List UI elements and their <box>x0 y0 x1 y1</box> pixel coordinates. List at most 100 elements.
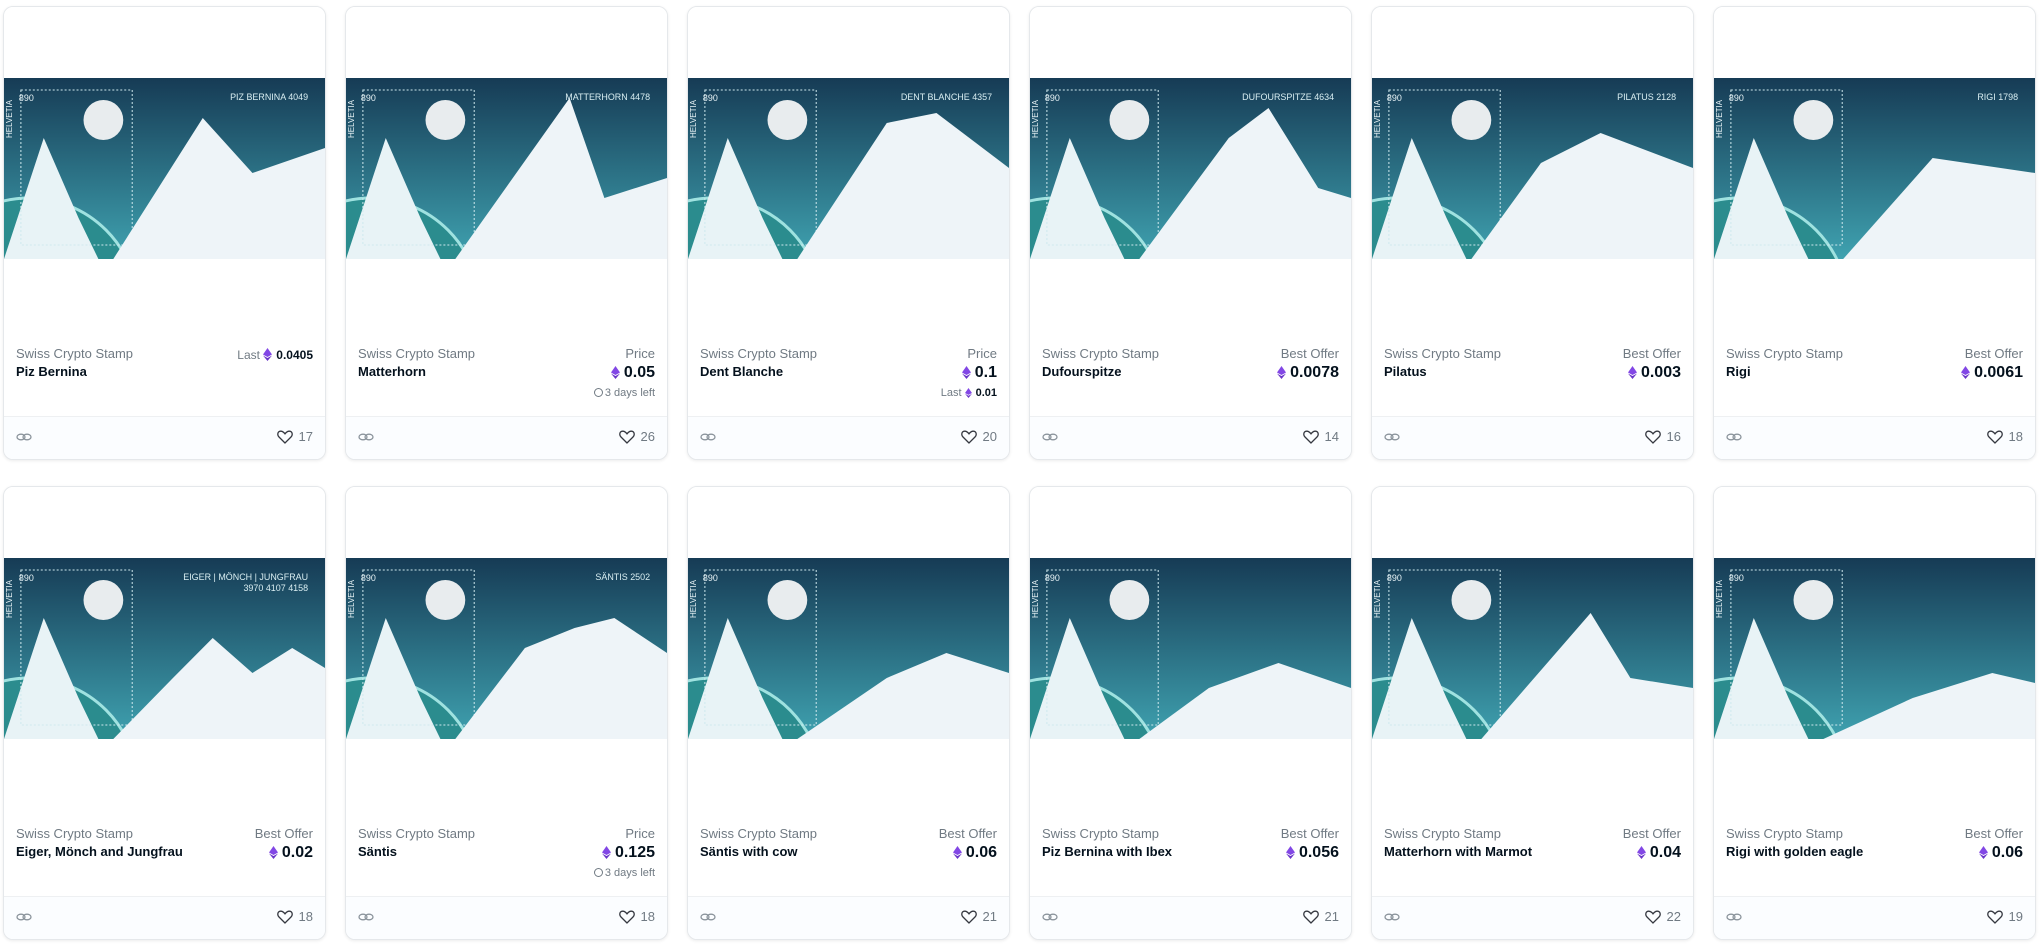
like-count: 17 <box>298 429 313 444</box>
link-icon[interactable] <box>1384 910 1400 924</box>
collection-name[interactable]: Swiss Crypto Stamp <box>1042 346 1159 361</box>
stamp-country: HELVETIA <box>1715 99 1724 138</box>
stamp-country: HELVETIA <box>5 579 14 618</box>
peak-text: DENT BLANCHE 4357 <box>901 92 992 102</box>
link-icon[interactable] <box>358 430 374 444</box>
like-button[interactable]: 17 <box>276 429 313 444</box>
stamp-value: 890 <box>1387 93 1402 103</box>
nft-name[interactable]: Rigi with golden eagle <box>1726 844 1863 859</box>
like-button[interactable]: 20 <box>960 429 997 444</box>
time-left-text: 3 days left <box>604 867 655 879</box>
price-label: Best Offer <box>1622 346 1681 361</box>
link-icon[interactable] <box>358 910 374 924</box>
price-value: 0.0405 <box>276 348 313 362</box>
last-price: Last 0.0405 <box>237 348 313 362</box>
nft-card[interactable]: 890 HELVETIA PIZ BERNINA 4049 Swiss Crypto … <box>3 6 326 460</box>
eth-icon <box>268 846 278 859</box>
link-icon[interactable] <box>1384 430 1400 444</box>
link-icon[interactable] <box>700 430 716 444</box>
nft-media: 890 HELVETIA PIZ BERNINA 4049 <box>4 7 325 322</box>
price-label: Price <box>967 346 997 361</box>
price-block: Best Offer 0.04 <box>1623 826 1681 862</box>
card-footer: 18 <box>1714 416 2035 459</box>
nft-card[interactable]: 890 HELVETIA Swiss Crypto Stamp Säntis with… <box>687 486 1010 940</box>
nft-card[interactable]: 890 HELVETIA RIGI 1798 Swiss Crypto Stamp Ri… <box>1713 6 2036 460</box>
clock-icon <box>593 388 603 397</box>
like-button[interactable]: 16 <box>1644 429 1681 444</box>
nft-name[interactable]: Säntis <box>358 844 397 859</box>
nft-card[interactable]: 890 HELVETIA PILATUS 2128 Swiss Crypto Stam… <box>1371 6 1694 460</box>
collection-name[interactable]: Swiss Crypto Stamp <box>358 826 475 841</box>
nft-name[interactable]: Rigi <box>1726 364 1751 379</box>
nft-card[interactable]: 890 HELVETIA MATTERHORN 4478 Swiss Crypto S… <box>345 6 668 460</box>
nft-media: 890 HELVETIA PILATUS 2128 <box>1372 7 1693 322</box>
like-button[interactable]: 14 <box>1302 429 1339 444</box>
like-button[interactable]: 26 <box>618 429 655 444</box>
stamp-image: 890 HELVETIA MATTERHORN 4478 <box>346 78 667 259</box>
price-block: Price 0.125 3 days left <box>593 826 655 879</box>
link-icon[interactable] <box>1042 910 1058 924</box>
collection-name[interactable]: Swiss Crypto Stamp <box>16 346 133 361</box>
stamp-image: 890 HELVETIA DUFOURSPITZE 4634 <box>1030 78 1351 259</box>
like-button[interactable]: 19 <box>1986 909 2023 924</box>
link-icon[interactable] <box>16 910 32 924</box>
stamp-country: HELVETIA <box>1031 99 1040 138</box>
nft-card[interactable]: 890 HELVETIA SÄNTIS 2502 Swiss Crypto Stamp… <box>345 486 668 940</box>
nft-media: 890 HELVETIA EIGER | MÖNCH | JUNGFRAU 3970 … <box>4 487 325 802</box>
nft-name[interactable]: Matterhorn <box>358 364 426 379</box>
price-block: Price 0.1 Last 0.01 <box>941 346 997 399</box>
eth-icon <box>1277 366 1287 379</box>
collection-name[interactable]: Swiss Crypto Stamp <box>1042 826 1159 841</box>
price-block: Best Offer 0.056 <box>1281 826 1339 862</box>
card-footer: 17 <box>4 416 325 459</box>
nft-card[interactable]: 890 HELVETIA Swiss Crypto Stamp Matterhorn … <box>1371 486 1694 940</box>
nft-media: 890 HELVETIA <box>1030 487 1351 802</box>
like-count: 26 <box>640 429 655 444</box>
heart-icon <box>618 910 635 924</box>
like-count: 21 <box>1324 909 1339 924</box>
collection-name[interactable]: Swiss Crypto Stamp <box>1384 346 1501 361</box>
peak-text: PIZ BERNINA 4049 <box>230 92 308 102</box>
price-label: Price <box>625 826 655 841</box>
link-icon[interactable] <box>700 910 716 924</box>
like-count: 14 <box>1324 429 1339 444</box>
collection-name[interactable]: Swiss Crypto Stamp <box>1726 826 1843 841</box>
link-icon[interactable] <box>1042 430 1058 444</box>
like-button[interactable]: 21 <box>960 909 997 924</box>
nft-card[interactable]: 890 HELVETIA DUFOURSPITZE 4634 Swiss Crypto… <box>1029 6 1352 460</box>
stamp-country: HELVETIA <box>5 99 14 138</box>
nft-card[interactable]: 890 HELVETIA Swiss Crypto Stamp Piz Bernina… <box>1029 486 1352 940</box>
nft-name[interactable]: Dufourspitze <box>1042 364 1121 379</box>
nft-name[interactable]: Säntis with cow <box>700 844 798 859</box>
last-sale: Last 0.01 <box>941 387 997 399</box>
nft-name[interactable]: Pilatus <box>1384 364 1427 379</box>
nft-name[interactable]: Piz Bernina <box>16 364 87 379</box>
nft-card[interactable]: 890 HELVETIA DENT BLANCHE 4357 Swiss Crypto… <box>687 6 1010 460</box>
moon <box>83 580 124 620</box>
collection-name[interactable]: Swiss Crypto Stamp <box>1384 826 1501 841</box>
like-button[interactable]: 18 <box>1986 429 2023 444</box>
nft-name[interactable]: Matterhorn with Marmot <box>1384 844 1532 859</box>
collection-name[interactable]: Swiss Crypto Stamp <box>700 346 817 361</box>
price-row: 0.125 <box>594 844 655 862</box>
collection-name[interactable]: Swiss Crypto Stamp <box>1726 346 1843 361</box>
nft-card[interactable]: 890 HELVETIA Swiss Crypto Stamp Rigi with g… <box>1713 486 2036 940</box>
like-button[interactable]: 22 <box>1644 909 1681 924</box>
collection-name[interactable]: Swiss Crypto Stamp <box>16 826 133 841</box>
nft-name[interactable]: Piz Bernina with Ibex <box>1042 844 1172 859</box>
link-icon[interactable] <box>1726 430 1742 444</box>
peak-text: EIGER | MÖNCH | JUNGFRAU <box>183 572 308 582</box>
nft-name[interactable]: Eiger, Mönch and Jungfrau <box>16 844 183 859</box>
collection-name[interactable]: Swiss Crypto Stamp <box>700 826 817 841</box>
collection-name[interactable]: Swiss Crypto Stamp <box>358 346 475 361</box>
nft-name[interactable]: Dent Blanche <box>700 364 783 379</box>
price-block: Best Offer 0.0061 <box>1961 346 2023 382</box>
like-button[interactable]: 21 <box>1302 909 1339 924</box>
time-left: 3 days left <box>593 387 655 399</box>
like-button[interactable]: 18 <box>618 909 655 924</box>
like-button[interactable]: 18 <box>276 909 313 924</box>
link-icon[interactable] <box>16 430 32 444</box>
nft-card[interactable]: 890 HELVETIA EIGER | MÖNCH | JUNGFRAU 3970 … <box>3 486 326 940</box>
link-icon[interactable] <box>1726 910 1742 924</box>
price-block: Best Offer 0.003 <box>1623 346 1681 382</box>
